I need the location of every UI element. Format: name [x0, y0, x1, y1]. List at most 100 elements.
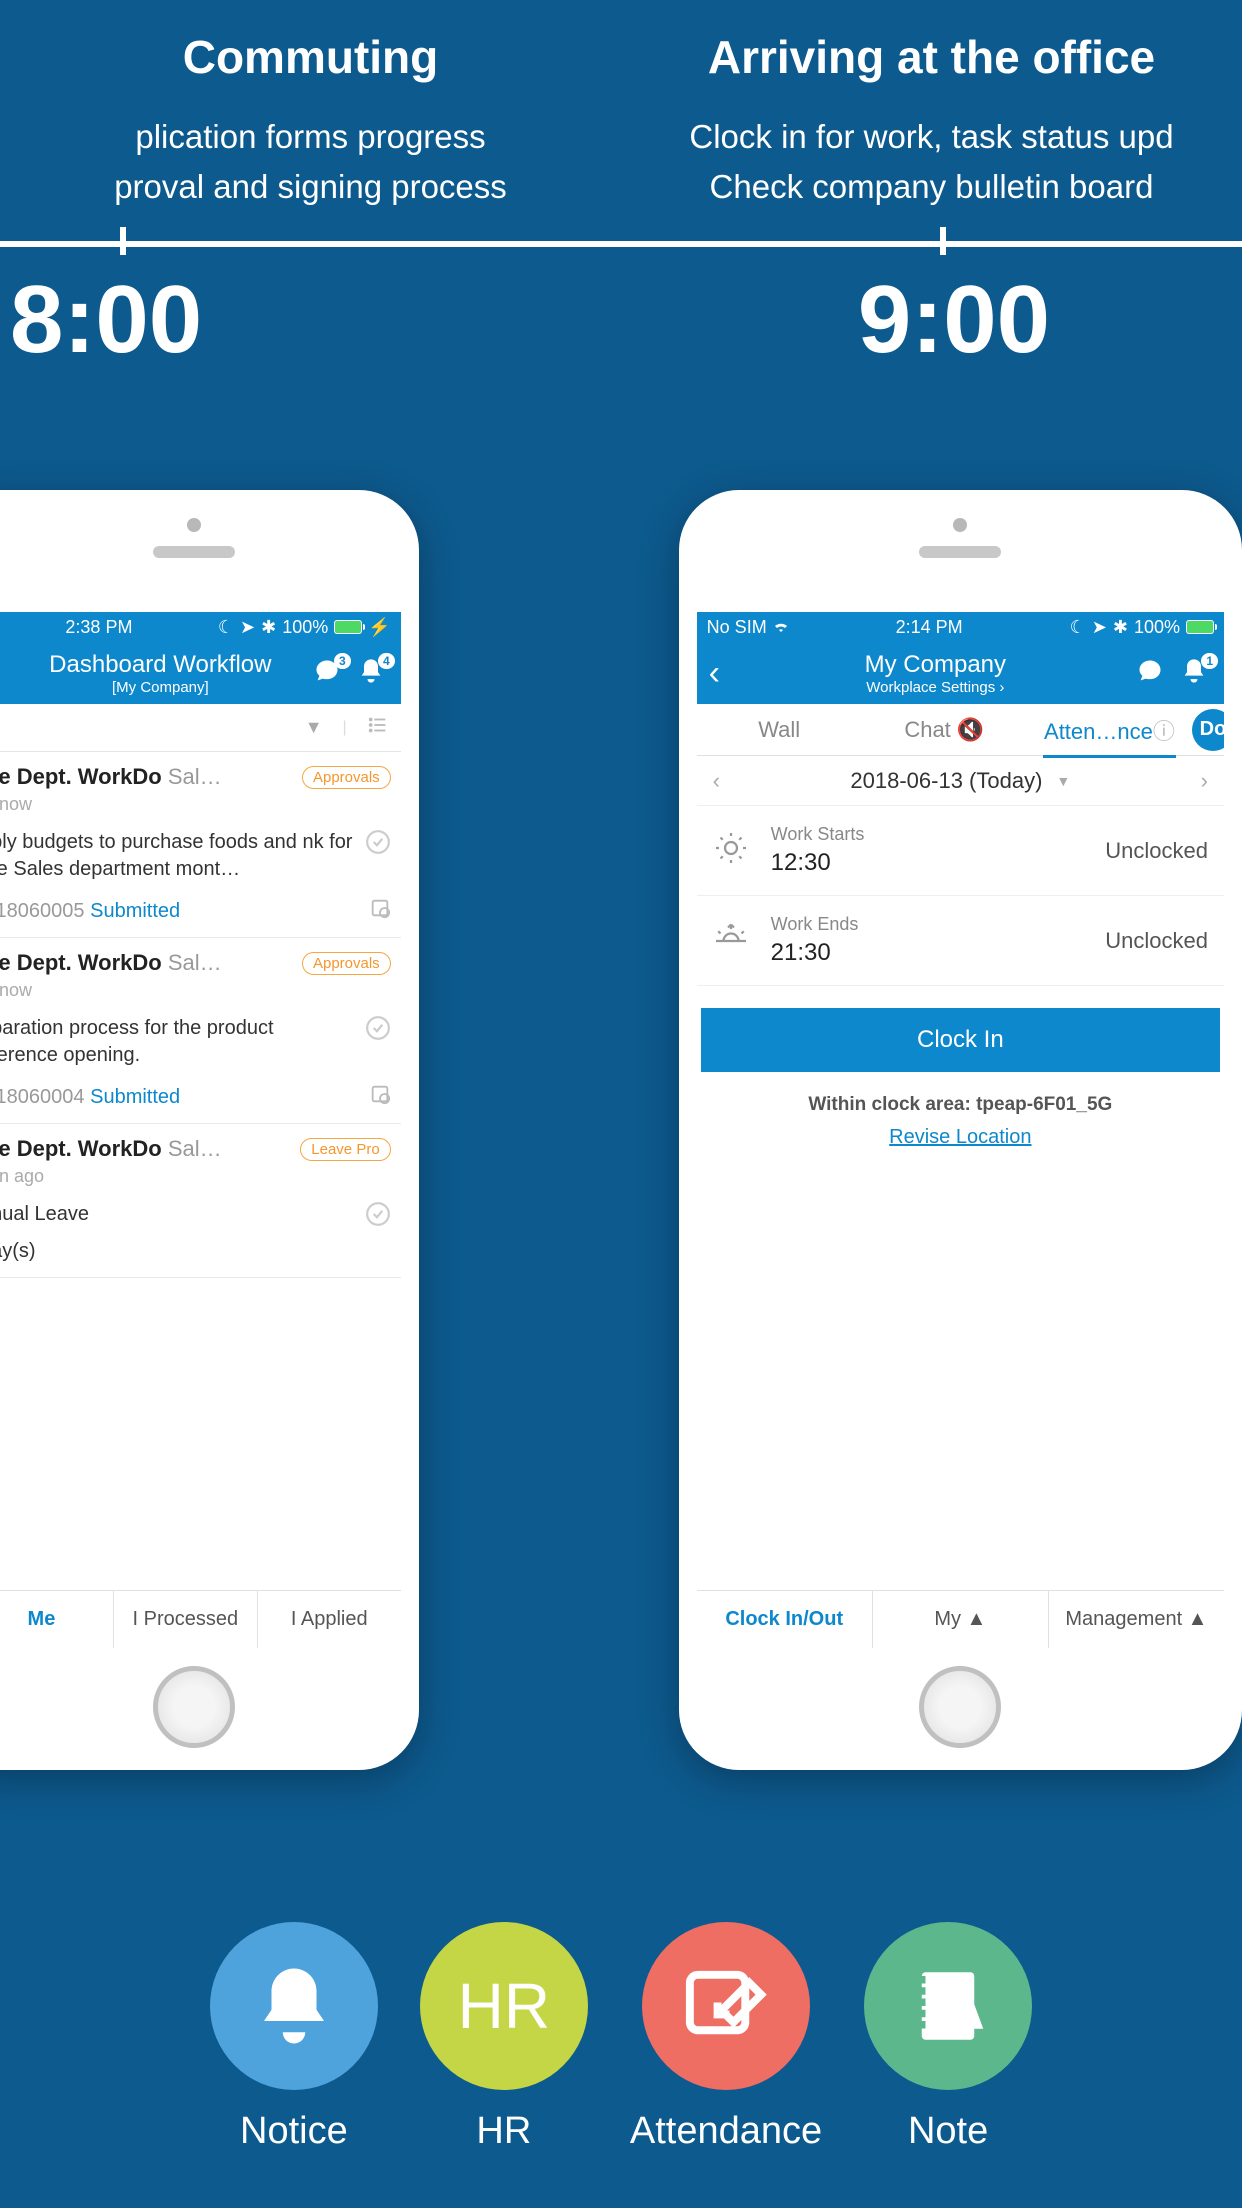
nav-subtitle[interactable]: Workplace Settings › — [739, 679, 1132, 696]
check-icon — [365, 829, 391, 860]
chat-badge: 3 — [334, 653, 351, 669]
status-time: 2:38 PM — [65, 617, 132, 638]
phone-workflow: 2:38 PM ☾ ➤ ✱ 100% ⚡ Dashboard Workflow … — [0, 490, 419, 1770]
date-next-icon[interactable]: › — [1201, 768, 1208, 794]
workflow-item[interactable]: ale Dept. WorkDo Sal… Approvals st now p… — [0, 752, 401, 938]
workflow-desc: nnual Leave — [0, 1201, 355, 1228]
note-icon: A — [903, 1961, 993, 2051]
nav-subtitle: [My Company] — [12, 679, 309, 696]
attendance-icon — [678, 1959, 773, 2054]
bell-icon — [249, 1961, 339, 2051]
tab-chat[interactable]: Chat 🔇 — [862, 705, 1027, 755]
workflow-item[interactable]: ale Dept. WorkDo Sal… Approvals st now e… — [0, 938, 401, 1124]
timeline-tick-right — [940, 227, 946, 255]
check-icon — [365, 1201, 391, 1232]
tab-attendance[interactable]: Atten…nceⓘ — [1027, 702, 1192, 758]
timeline-header: Commuting plication forms progress prova… — [0, 0, 1242, 375]
workflow-id: Q18060005 — [0, 900, 85, 922]
clock-in-button[interactable]: Clock In — [701, 1008, 1220, 1072]
feature-attendance[interactable]: Attendance — [630, 1922, 822, 2153]
home-button[interactable] — [919, 1666, 1001, 1748]
status-time: 2:14 PM — [896, 617, 963, 638]
workflow-time: st now — [0, 794, 391, 815]
back-button[interactable]: ‹ — [709, 654, 739, 693]
main-tabs: Wall Chat 🔇 Atten…nceⓘ Do — [697, 704, 1224, 756]
tab-my[interactable]: My ▲ — [873, 1591, 1049, 1648]
feature-hr[interactable]: HR HR — [420, 1922, 588, 2153]
date-prev-icon[interactable]: ‹ — [713, 768, 720, 794]
check-icon — [365, 1015, 391, 1046]
timeline-right-desc2: Check company bulletin board — [621, 162, 1242, 212]
timeline-line — [0, 241, 1242, 247]
date-dropdown-icon[interactable]: ▼ — [1056, 773, 1070, 789]
work-starts-row: Work Starts 12:30 Unclocked — [697, 806, 1224, 896]
workflow-pill: Leave Pro — [300, 1138, 390, 1161]
workflow-time: min ago — [0, 1166, 391, 1187]
camera-dot — [187, 518, 201, 532]
do-button[interactable]: Do — [1192, 709, 1224, 751]
work-ends-label: Work Ends — [771, 914, 1088, 935]
tab-applied[interactable]: I Applied — [258, 1591, 401, 1648]
battery-icon — [334, 620, 362, 634]
nav-title: Dashboard Workflow — [12, 651, 309, 679]
detail-icon[interactable] — [369, 1083, 391, 1111]
filter-list-icon[interactable] — [367, 714, 389, 741]
tab-clock-inout[interactable]: Clock In/Out — [697, 1591, 873, 1648]
sunset-icon — [713, 920, 753, 961]
feature-icons-row: Notice HR HR Attendance A Note — [0, 1922, 1242, 2153]
workflow-title-gray: Sal… — [162, 950, 222, 975]
phone-top-hardware — [0, 490, 419, 558]
workflow-status: Submitted — [90, 900, 180, 922]
nav-header: Dashboard Workflow [My Company] 3 4 — [0, 642, 401, 704]
workflow-desc: eparation process for the product nferen… — [0, 1015, 355, 1069]
bell-badge: 1 — [1201, 653, 1218, 669]
charging-icon: ⚡ — [368, 617, 390, 638]
tab-processed[interactable]: I Processed — [114, 1591, 258, 1648]
home-button[interactable] — [153, 1666, 235, 1748]
bell-icon[interactable]: 1 — [1180, 657, 1212, 689]
speaker-slot — [919, 546, 1001, 558]
feature-label: Notice — [240, 2110, 348, 2153]
workflow-desc2: day(s) — [0, 1238, 391, 1265]
speaker-slot — [153, 546, 235, 558]
workflow-title: ale Dept. WorkDo — [0, 950, 162, 975]
feature-note[interactable]: A Note — [864, 1922, 1032, 2153]
nav-title: My Company — [739, 651, 1132, 679]
workflow-pill: Approvals — [302, 952, 391, 975]
hr-text-icon: HR — [458, 1969, 550, 2043]
work-ends-time: 21:30 — [771, 939, 1088, 967]
work-ends-row: Work Ends 21:30 Unclocked — [697, 896, 1224, 986]
tab-wall[interactable]: Wall — [697, 705, 862, 755]
workflow-list: ale Dept. WorkDo Sal… Approvals st now p… — [0, 752, 401, 1278]
workflow-item[interactable]: ale Dept. WorkDo Sal… Leave Pro min ago … — [0, 1124, 401, 1278]
work-ends-status: Unclocked — [1105, 928, 1208, 954]
camera-dot — [953, 518, 967, 532]
detail-icon[interactable] — [369, 897, 391, 925]
phone-top-hardware — [679, 490, 1242, 558]
workflow-title: ale Dept. WorkDo — [0, 764, 162, 789]
feature-label: HR — [476, 2110, 531, 2153]
work-starts-status: Unclocked — [1105, 838, 1208, 864]
bell-icon[interactable]: 4 — [357, 657, 389, 689]
tab-management[interactable]: Management ▲ — [1049, 1591, 1224, 1648]
info-icon: ⓘ — [1153, 719, 1175, 744]
phones-container: 2:38 PM ☾ ➤ ✱ 100% ⚡ Dashboard Workflow … — [0, 490, 1242, 1800]
tab-me[interactable]: Me — [0, 1591, 114, 1648]
battery-icon — [1186, 620, 1214, 634]
feature-notice[interactable]: Notice — [210, 1922, 378, 2153]
feature-label: Attendance — [630, 2110, 822, 2153]
workflow-time: st now — [0, 980, 391, 1001]
filter-dropdown-icon[interactable]: ▼ — [305, 717, 323, 738]
bluetooth-icon: ✱ — [1113, 617, 1128, 638]
date-text[interactable]: 2018-06-13 (Today) — [850, 768, 1042, 794]
workflow-pill: Approvals — [302, 766, 391, 789]
workflow-desc: pply budgets to purchase foods and nk fo… — [0, 829, 355, 883]
revise-location-link[interactable]: Revise Location — [697, 1126, 1224, 1149]
svg-text:A: A — [952, 1991, 979, 2033]
chat-icon[interactable] — [1136, 657, 1168, 689]
workflow-title: ale Dept. WorkDo — [0, 1136, 162, 1161]
status-bar: No SIM 2:14 PM ☾ ➤ ✱ 100% — [697, 612, 1224, 642]
chat-icon[interactable]: 3 — [313, 657, 345, 689]
screen-workflow: 2:38 PM ☾ ➤ ✱ 100% ⚡ Dashboard Workflow … — [0, 612, 401, 1648]
workflow-status: Submitted — [90, 1086, 180, 1108]
